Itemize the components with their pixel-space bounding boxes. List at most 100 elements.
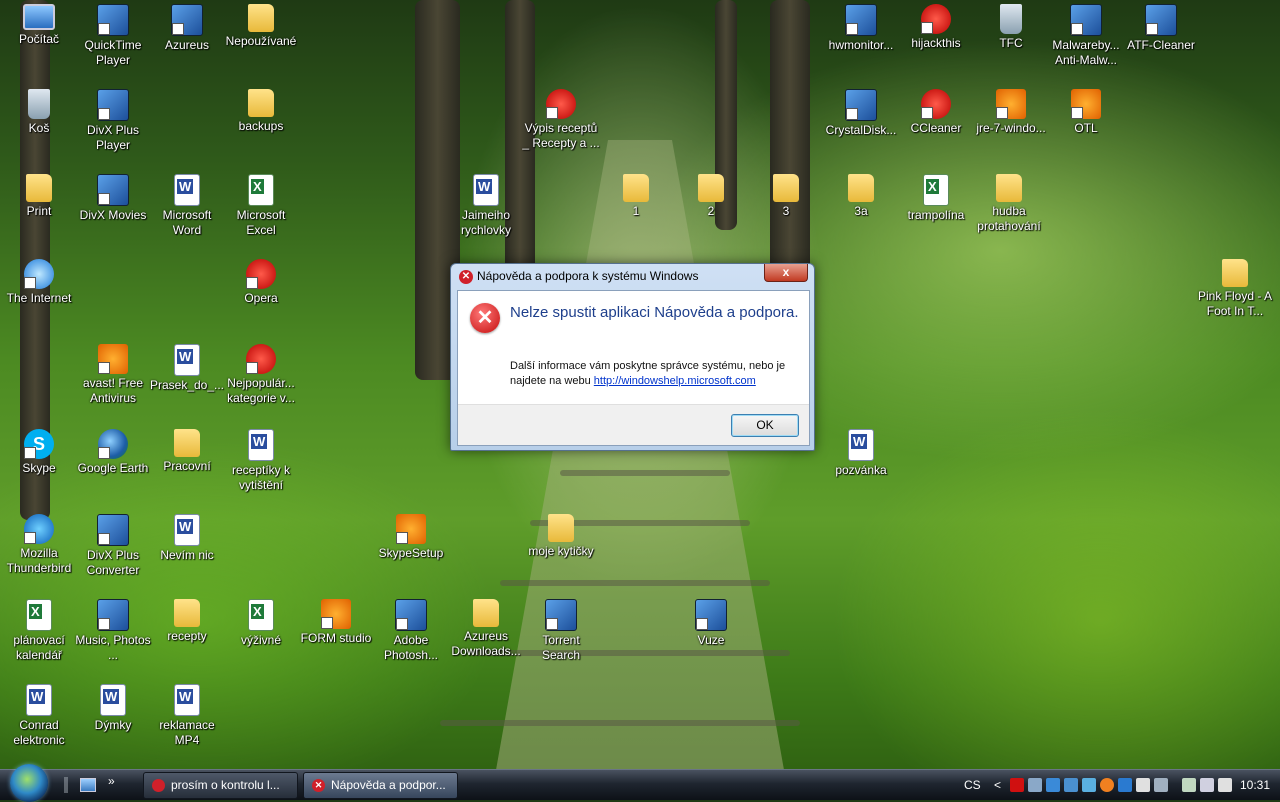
ok-button[interactable]: OK [731, 414, 799, 437]
skype-icon: S [24, 429, 54, 459]
desktop-icon[interactable]: jre-7-windo... [972, 89, 1050, 136]
desktop-icon[interactable]: Pink Floyd - A Foot In T... [1196, 259, 1274, 319]
desktop-icon[interactable]: QuickTime Player [74, 4, 152, 68]
desktop-icon[interactable]: Google Earth [74, 429, 152, 476]
desktop-icon[interactable]: OTL [1047, 89, 1125, 136]
desktop-icon[interactable]: Vuze [672, 599, 750, 648]
desktop-icon[interactable]: SkypeSetup [372, 514, 450, 561]
desktop-icon[interactable]: Koš [0, 89, 78, 136]
bin-icon [28, 89, 50, 119]
start-button[interactable] [10, 764, 48, 802]
desktop-icon[interactable]: hijackthis [897, 4, 975, 51]
error-icon: ✕ [470, 303, 500, 333]
desktop-icon[interactable]: výživné [222, 599, 300, 648]
desktop-icon-label: DivX Plus Player [86, 123, 139, 152]
window-icon[interactable] [1028, 778, 1042, 792]
desktop-icon[interactable]: S Skype [0, 429, 78, 476]
desktop-icon[interactable]: Pracovní [148, 429, 226, 474]
desktop-icon[interactable]: 3a [822, 174, 900, 219]
quicklaunch-more-icon[interactable]: » [108, 770, 115, 792]
desktop-icon[interactable]: Azureus [148, 4, 226, 53]
desktop-icon[interactable]: hudba protahování [970, 174, 1048, 234]
desktop-icon[interactable]: Conrad elektronic [0, 684, 78, 748]
desktop-icon[interactable]: CCleaner [897, 89, 975, 136]
desktop-icon[interactable]: Adobe Photosh... [372, 599, 450, 663]
desktop-icon[interactable]: Nepoužívané [222, 4, 300, 49]
desktop-icon[interactable]: trampolína [897, 174, 975, 223]
device-icon[interactable] [1136, 778, 1150, 792]
desktop-icon[interactable]: FORM studio [297, 599, 375, 646]
desktop-icon[interactable]: reklamace MP4 [148, 684, 226, 748]
app-icon [695, 599, 727, 631]
desktop-icon[interactable]: TFC [972, 4, 1050, 51]
desktop-icon[interactable]: Mozilla Thunderbird [0, 514, 78, 576]
pdf-icon[interactable] [1010, 778, 1024, 792]
desktop-icon-label: Google Earth [77, 461, 149, 475]
desktop-icon[interactable]: moje kytičky [522, 514, 600, 559]
folder-icon [698, 174, 724, 202]
desktop-icon[interactable]: backups [222, 89, 300, 134]
network-status-icon[interactable] [1200, 778, 1214, 792]
desktop-icon[interactable]: hwmonitor... [822, 4, 900, 53]
desktop-icon-label: Koš [28, 121, 50, 135]
desktop-icon[interactable]: Dýmky [74, 684, 152, 733]
desktop-icon[interactable]: Prasek_do_... [148, 344, 226, 393]
show-desktop-icon[interactable] [80, 778, 96, 792]
desktop-icon[interactable]: The Internet [0, 259, 78, 306]
desktop-icon[interactable]: plánovací kalendář [0, 599, 78, 663]
desktop-icon-label: Pink Floyd - A Foot In T... [1197, 289, 1273, 318]
desktop-icon[interactable]: Azureus Downloads... [447, 599, 525, 659]
desktop-icon-label: Vuze [697, 633, 725, 647]
desktop-icon[interactable]: 1 [597, 174, 675, 219]
desktop-icon[interactable]: Počítač [0, 4, 78, 47]
desktop-icon[interactable]: Nevím nic [148, 514, 226, 563]
desktop-icon[interactable]: 3 [747, 174, 825, 219]
desktop-icon[interactable]: Print [0, 174, 78, 219]
desktop-icon[interactable]: avast! Free Antivirus [74, 344, 152, 406]
desktop-icon-label: receptíky k vytištění [231, 463, 291, 492]
desktop-icon[interactable]: 2 [672, 174, 750, 219]
settings-icon[interactable] [1154, 778, 1168, 792]
desktop-icon[interactable]: ATF-Cleaner [1122, 4, 1200, 53]
taskbar-button-opera[interactable]: prosím o kontrolu l... [143, 772, 298, 799]
desktop-icon-label: 2 [707, 204, 715, 218]
desktop-icon[interactable]: DivX Plus Player [74, 89, 152, 153]
power-icon[interactable] [1182, 778, 1196, 792]
desktop-icon[interactable]: recepty [148, 599, 226, 644]
tray-expand-icon[interactable]: < [994, 770, 1001, 800]
desktop-icon[interactable]: Torrent Search [522, 599, 600, 663]
taskbar: » prosím o kontrolu l... ✕ Nápověda a po… [0, 764, 1280, 802]
close-button[interactable]: x [764, 264, 808, 282]
desktop-icon[interactable]: Výpis receptů _ Recepty a ... [522, 89, 600, 151]
desktop-icon-label: Nevím nic [160, 548, 214, 562]
bluetooth-icon[interactable] [1082, 778, 1096, 792]
xls-icon [248, 599, 274, 631]
desktop-icon-label: The Internet [6, 291, 72, 305]
desktop-icon[interactable]: CrystalDisk... [822, 89, 900, 138]
taskbar-button-help[interactable]: ✕ Nápověda a podpor... [303, 772, 458, 799]
desktop-icon-label: hwmonitor... [828, 38, 894, 52]
language-indicator[interactable]: CS [964, 770, 981, 800]
help-link[interactable]: http://windowshelp.microsoft.com [594, 375, 756, 387]
desktop-icon[interactable]: Malwareby... Anti-Malw... [1047, 4, 1125, 68]
desktop-icon[interactable]: DivX Plus Converter [74, 514, 152, 578]
red-icon [246, 259, 276, 289]
desktop-icon[interactable]: Jaimeiho rychlovky [447, 174, 525, 238]
desktop-icon[interactable]: pozvánka [822, 429, 900, 478]
desktop-icon[interactable]: Microsoft Word [148, 174, 226, 238]
desktop-icon[interactable]: Microsoft Excel [222, 174, 300, 238]
desktop-icon[interactable]: Opera [222, 259, 300, 306]
clock[interactable]: 10:31 [1240, 770, 1270, 800]
messenger-icon[interactable] [1064, 778, 1078, 792]
volume-icon[interactable] [1218, 778, 1232, 792]
desktop-icon-label: Prasek_do_... [149, 378, 225, 392]
desktop-icon[interactable]: Music, Photos ... [74, 599, 152, 663]
taskbar-grip[interactable] [64, 777, 68, 793]
desktop-icon[interactable]: receptíky k vytištění [222, 429, 300, 493]
desktop-icon[interactable]: DivX Movies [74, 174, 152, 223]
avast-icon[interactable] [1100, 778, 1114, 792]
network-icon[interactable] [1046, 778, 1060, 792]
app-icon [97, 599, 129, 631]
desktop-icon[interactable]: Nejpopulár... kategorie v... [222, 344, 300, 406]
monitor-icon[interactable] [1118, 778, 1132, 792]
